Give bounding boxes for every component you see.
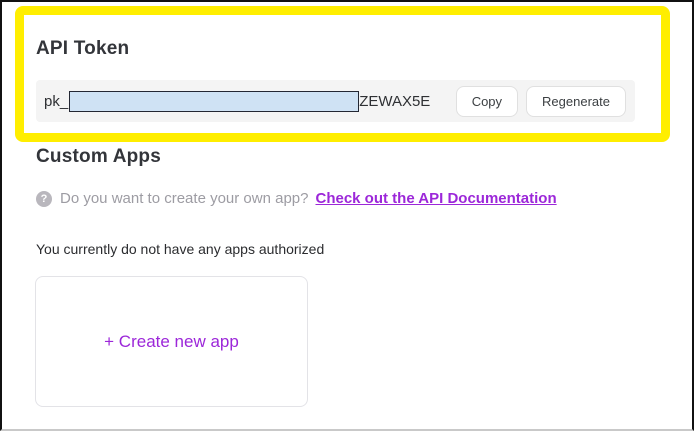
create-app-help-row: ? Do you want to create your own app? Ch… — [36, 190, 557, 207]
copy-button[interactable]: Copy — [456, 86, 518, 117]
question-mark-icon: ? — [36, 191, 52, 207]
custom-apps-title: Custom Apps — [36, 146, 161, 168]
api-settings-page: API Token pk_ ZEWAX5E Copy Regenerate Cu… — [0, 0, 694, 431]
api-token-title: API Token — [36, 38, 129, 60]
token-redaction-box — [69, 91, 359, 112]
api-token-bar: pk_ ZEWAX5E Copy Regenerate — [36, 80, 635, 122]
regenerate-button[interactable]: Regenerate — [526, 86, 626, 117]
create-new-app-card[interactable]: + Create new app — [35, 276, 308, 407]
no-apps-authorized-text: You currently do not have any apps autho… — [36, 241, 324, 257]
create-app-help-text: Do you want to create your own app? — [60, 190, 308, 207]
create-new-app-label: + Create new app — [104, 332, 239, 352]
token-suffix-text: ZEWAX5E — [359, 93, 430, 110]
token-prefix-text: pk_ — [44, 93, 68, 110]
api-documentation-link[interactable]: Check out the API Documentation — [315, 190, 556, 207]
